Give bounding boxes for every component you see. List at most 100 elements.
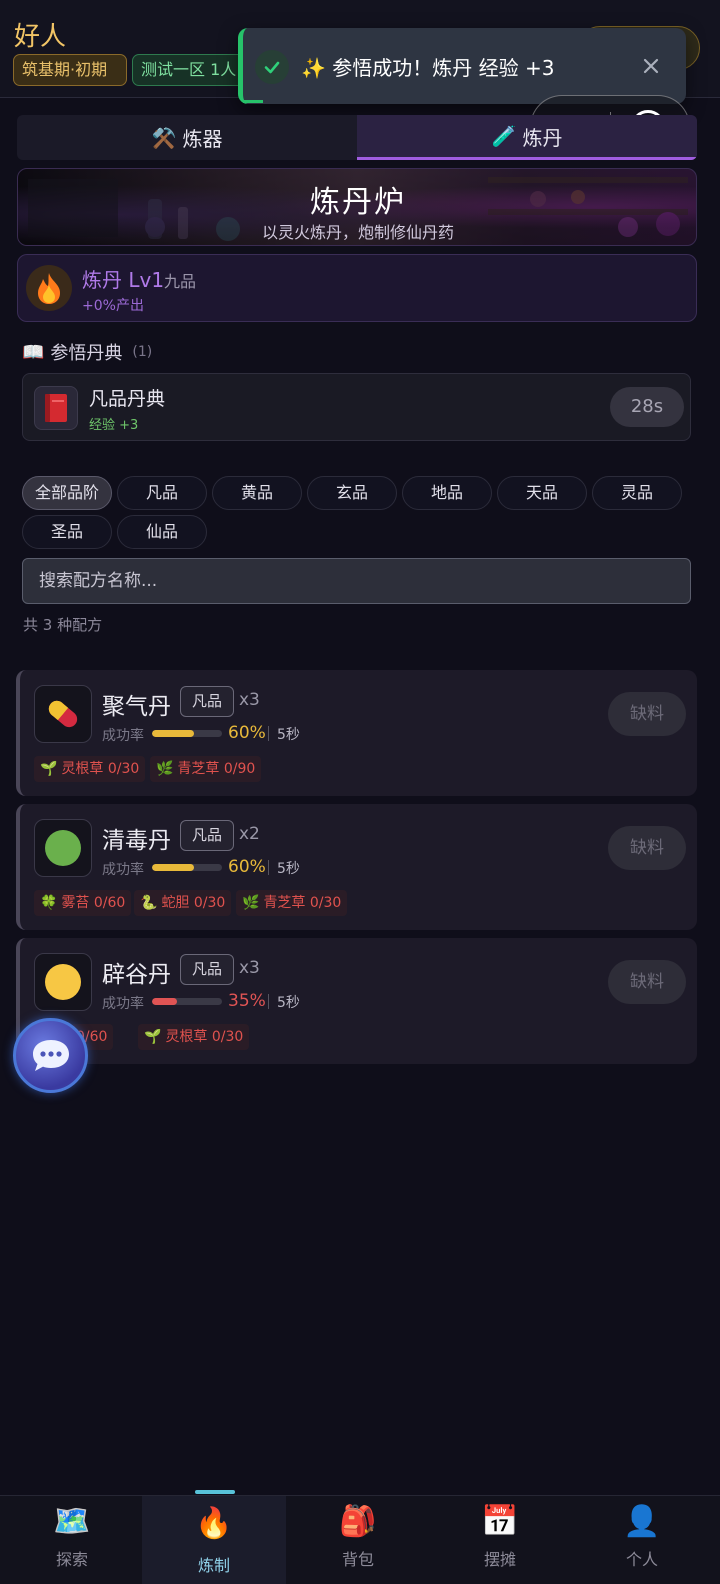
recipe-name: 辟谷丹 bbox=[102, 962, 171, 988]
success-rate-bar bbox=[152, 864, 222, 871]
success-rate-label: 成功率 bbox=[102, 996, 144, 1012]
filter-chip-sage[interactable]: 圣品 bbox=[22, 515, 112, 549]
manual-timer-button[interactable]: 28s bbox=[610, 387, 684, 427]
tab-alchemy[interactable]: 🧪 炼丹 bbox=[357, 115, 697, 160]
success-toast: ✨ 参悟成功！炼丹 经验 +3 bbox=[238, 28, 686, 104]
tab-alchemy-label: 炼丹 bbox=[522, 125, 563, 150]
furnace-banner: 炼丹炉 以灵火炼丹，炮制修仙丹药 bbox=[17, 168, 697, 246]
material-label: 青芝草 0/30 bbox=[263, 895, 342, 911]
tab-forge[interactable]: ⚒️ 炼器 bbox=[17, 115, 357, 160]
person-icon: 👤 bbox=[623, 1504, 661, 1539]
test-tube-icon: 🧪 bbox=[491, 124, 517, 148]
material-tag: 🍀 雾苔 0/60 bbox=[34, 890, 132, 916]
recipe-search-input[interactable] bbox=[22, 558, 691, 604]
manual-exp: 经验 +3 bbox=[89, 418, 139, 433]
filter-chip-spirit[interactable]: 灵品 bbox=[592, 476, 682, 510]
nav-label: 探索 bbox=[55, 1550, 88, 1569]
open-book-icon: 📖 bbox=[22, 341, 45, 363]
nav-label: 摆摊 bbox=[483, 1550, 516, 1569]
check-icon bbox=[255, 50, 289, 84]
manual-name: 凡品丹典 bbox=[89, 388, 166, 410]
fire-icon: 🔥 bbox=[195, 1506, 233, 1541]
craft-time: 5秒 bbox=[277, 861, 300, 877]
filter-chip-yellow[interactable]: 黄品 bbox=[212, 476, 302, 510]
material-label: 雾苔 0/60 bbox=[61, 895, 126, 911]
missing-materials-button[interactable]: 缺料 bbox=[608, 692, 686, 736]
realm-badge: 筑基期·初期 bbox=[13, 54, 127, 86]
nav-item-stall[interactable]: 📅 摆摊 bbox=[428, 1496, 572, 1584]
server-badge[interactable]: 测试一区 1人 bbox=[132, 54, 248, 86]
filter-chip-mystic[interactable]: 玄品 bbox=[307, 476, 397, 510]
recipe-grade-badge: 凡品 bbox=[180, 954, 234, 985]
toast-timer-bar bbox=[243, 100, 263, 103]
nav-item-bag[interactable]: 🎒 背包 bbox=[286, 1496, 430, 1584]
recipe-card[interactable]: 聚气丹 凡品 x3 成功率 60% 5秒 缺料 🌱 灵根草 0/30 🌿 青芝草… bbox=[16, 670, 697, 796]
chat-button[interactable] bbox=[13, 1018, 88, 1093]
missing-materials-button[interactable]: 缺料 bbox=[608, 960, 686, 1004]
manual-card[interactable]: 凡品丹典 经验 +3 28s bbox=[22, 373, 691, 441]
filter-chip-heaven[interactable]: 天品 bbox=[497, 476, 587, 510]
banner-subtitle: 以灵火炼丹，炮制修仙丹药 bbox=[261, 223, 454, 242]
manual-count: (1) bbox=[132, 344, 153, 360]
active-tab-indicator bbox=[195, 1490, 235, 1494]
divider bbox=[268, 994, 269, 1009]
filter-chip-earth[interactable]: 地品 bbox=[402, 476, 492, 510]
map-icon: 🗺️ bbox=[53, 1504, 91, 1539]
nav-item-craft[interactable]: 🔥 炼制 bbox=[142, 1496, 286, 1584]
level-name: 炼丹 Lv1 bbox=[82, 268, 165, 292]
nav-item-profile[interactable]: 👤 个人 bbox=[570, 1496, 714, 1584]
herb-icon: 🌿 bbox=[156, 761, 174, 777]
fire-icon bbox=[26, 265, 72, 311]
success-rate-fill bbox=[152, 864, 194, 871]
recipe-name: 聚气丹 bbox=[102, 694, 171, 720]
nav-label: 个人 bbox=[625, 1550, 658, 1569]
level-grade: 九品 bbox=[164, 272, 197, 291]
filter-chip-common[interactable]: 凡品 bbox=[117, 476, 207, 510]
toast-message: ✨ 参悟成功！炼丹 经验 +3 bbox=[301, 56, 555, 80]
red-book-icon bbox=[34, 386, 78, 430]
success-rate-label: 成功率 bbox=[102, 862, 144, 878]
success-rate-fill bbox=[152, 998, 177, 1005]
success-rate-label: 成功率 bbox=[102, 728, 144, 744]
filter-chip-immortal[interactable]: 仙品 bbox=[117, 515, 207, 549]
divider bbox=[268, 726, 269, 741]
snake-icon: 🐍 bbox=[140, 895, 158, 911]
recipe-grade-badge: 凡品 bbox=[180, 686, 234, 717]
close-icon[interactable] bbox=[637, 52, 665, 80]
divider bbox=[268, 860, 269, 875]
herb-icon: 🌿 bbox=[242, 895, 260, 911]
material-tag: 🌿 青芝草 0/30 bbox=[236, 890, 348, 916]
nav-label: 背包 bbox=[341, 1550, 374, 1569]
material-label: 青芝草 0/90 bbox=[177, 761, 256, 777]
recipe-count: 共 3 种配方 bbox=[23, 616, 103, 634]
material-label: 灵根草 0/30 bbox=[165, 1029, 244, 1045]
yellow-pill-icon bbox=[34, 953, 92, 1011]
calendar-icon: 📅 bbox=[481, 1504, 519, 1539]
nav-item-explore[interactable]: 🗺️ 探索 bbox=[0, 1496, 144, 1584]
clover-icon: 🍀 bbox=[40, 895, 58, 911]
material-tag: 🌱 灵根草 0/30 bbox=[34, 756, 146, 782]
success-rate-value: 60% bbox=[228, 857, 266, 877]
success-rate-bar bbox=[152, 998, 222, 1005]
material-label: 蛇胆 0/30 bbox=[161, 895, 226, 911]
success-rate-value: 35% bbox=[228, 991, 266, 1011]
recipe-quantity: x3 bbox=[239, 958, 260, 978]
filter-chip-all[interactable]: 全部品阶 bbox=[22, 476, 112, 510]
chat-bubble-icon bbox=[32, 1039, 69, 1071]
banner-title: 炼丹炉 bbox=[310, 185, 406, 220]
success-rate-bar bbox=[152, 730, 222, 737]
recipe-card[interactable]: 辟谷丹 凡品 x3 成功率 35% 5秒 缺料 0/60 🌱 灵根草 0/30 bbox=[16, 938, 697, 1064]
bottom-navigation: 🗺️ 探索 🔥 炼制 🎒 背包 📅 摆摊 👤 个人 bbox=[0, 1495, 720, 1584]
craft-tab-bar: ⚒️ 炼器 🧪 炼丹 bbox=[17, 115, 697, 160]
manual-section-label: 参悟丹典 bbox=[50, 343, 123, 364]
recipe-card[interactable]: 清毒丹 凡品 x2 成功率 60% 5秒 缺料 🍀 雾苔 0/60 🐍 蛇胆 0… bbox=[16, 804, 697, 930]
material-tag: 🌿 青芝草 0/90 bbox=[150, 756, 262, 782]
missing-materials-button[interactable]: 缺料 bbox=[608, 826, 686, 870]
hammer-pick-icon: ⚒️ bbox=[151, 125, 177, 150]
craft-time: 5秒 bbox=[277, 995, 300, 1011]
tab-forge-label: 炼器 bbox=[182, 127, 223, 151]
material-label: 灵根草 0/30 bbox=[61, 761, 140, 777]
success-rate-fill bbox=[152, 730, 194, 737]
recipe-quantity: x2 bbox=[239, 824, 260, 844]
recipe-quantity: x3 bbox=[239, 690, 260, 710]
